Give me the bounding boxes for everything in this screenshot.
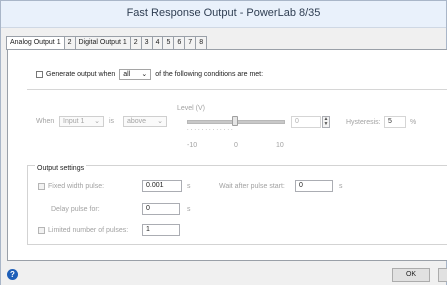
chevron-down-icon: ⌄ [141,71,148,78]
wait-unit: s [339,183,343,190]
hysteresis-input[interactable]: 5 [384,116,406,128]
generate-output-checkbox[interactable] [36,71,43,78]
delay-unit: s [187,206,191,213]
delay-input[interactable]: 0 [142,203,180,215]
title-bar: Fast Response Output - PowerLab 8/35 [1,1,446,28]
input-select[interactable]: Input 1 ⌄ [59,116,104,127]
limited-row: Limited number of pulses: [38,227,128,234]
level-spinner[interactable]: ▲ ▼ [322,116,330,128]
hysteresis-unit: % [410,119,417,126]
output-settings-title: Output settings [35,165,87,172]
chevron-down-icon: ⌄ [157,118,163,125]
limited-pulses-input[interactable]: 1 [142,224,180,236]
fixed-width-input[interactable]: 0.001 [142,180,182,192]
is-label: is [109,118,115,125]
button-bar [1,263,446,285]
condition-mode-value: all [123,71,131,78]
level-slider-ticks: ............. [187,126,235,132]
tab-digital-output-1[interactable]: Digital Output 1 [74,36,131,49]
wait-label: Wait after pulse start: [219,183,285,190]
level-label: Level (V) [177,105,206,112]
limited-pulses-checkbox[interactable] [38,227,45,234]
level-slider-thumb[interactable] [232,116,238,126]
hysteresis-label: Hysteresis: [346,119,381,126]
comparator-select-value: above [127,118,147,125]
spin-down-icon[interactable]: ▼ [323,122,329,127]
chevron-down-icon: ⌄ [94,118,100,125]
window-title: Fast Response Output - PowerLab 8/35 [126,7,321,19]
delay-label: Delay pulse for: [51,206,100,213]
tab-digital-output-8[interactable]: 8 [195,36,208,49]
condition-row: When [36,118,54,125]
condition-mode-select[interactable]: all ⌄ [119,69,152,80]
generate-row: Generate output when all ⌄ of the follow… [36,69,263,80]
tab-strip: Analog Output 1 2 Digital Output 1 2 3 4… [6,36,208,50]
input-select-value: Input 1 [63,118,85,125]
limited-pulses-label: Limited number of pulses: [48,227,129,234]
fixed-width-checkbox[interactable] [38,183,45,190]
level-value-input[interactable]: 0 [291,116,321,128]
tab-analog-output-1[interactable]: Analog Output 1 [6,36,65,50]
scale-min-label: -10 [187,142,198,149]
scale-mid-label: 0 [234,142,238,149]
ok-button[interactable]: OK [392,268,430,282]
fixed-width-row: Fixed width pulse: [38,183,104,190]
separator-top [27,89,447,90]
dialog-window: Fast Response Output - PowerLab 8/35 Ana… [0,0,447,285]
wait-input[interactable]: 0 [295,180,333,192]
generate-prefix-label: Generate output when [46,71,116,78]
when-label: When [36,118,55,125]
fixed-width-label: Fixed width pulse: [48,183,105,190]
fixed-width-unit: s [187,183,191,190]
comparator-select[interactable]: above ⌄ [123,116,167,127]
cancel-button[interactable] [438,268,447,282]
scale-max-label: 10 [276,142,284,149]
help-icon[interactable]: ? [7,269,18,280]
generate-suffix-label: of the following conditions are met: [155,71,264,78]
